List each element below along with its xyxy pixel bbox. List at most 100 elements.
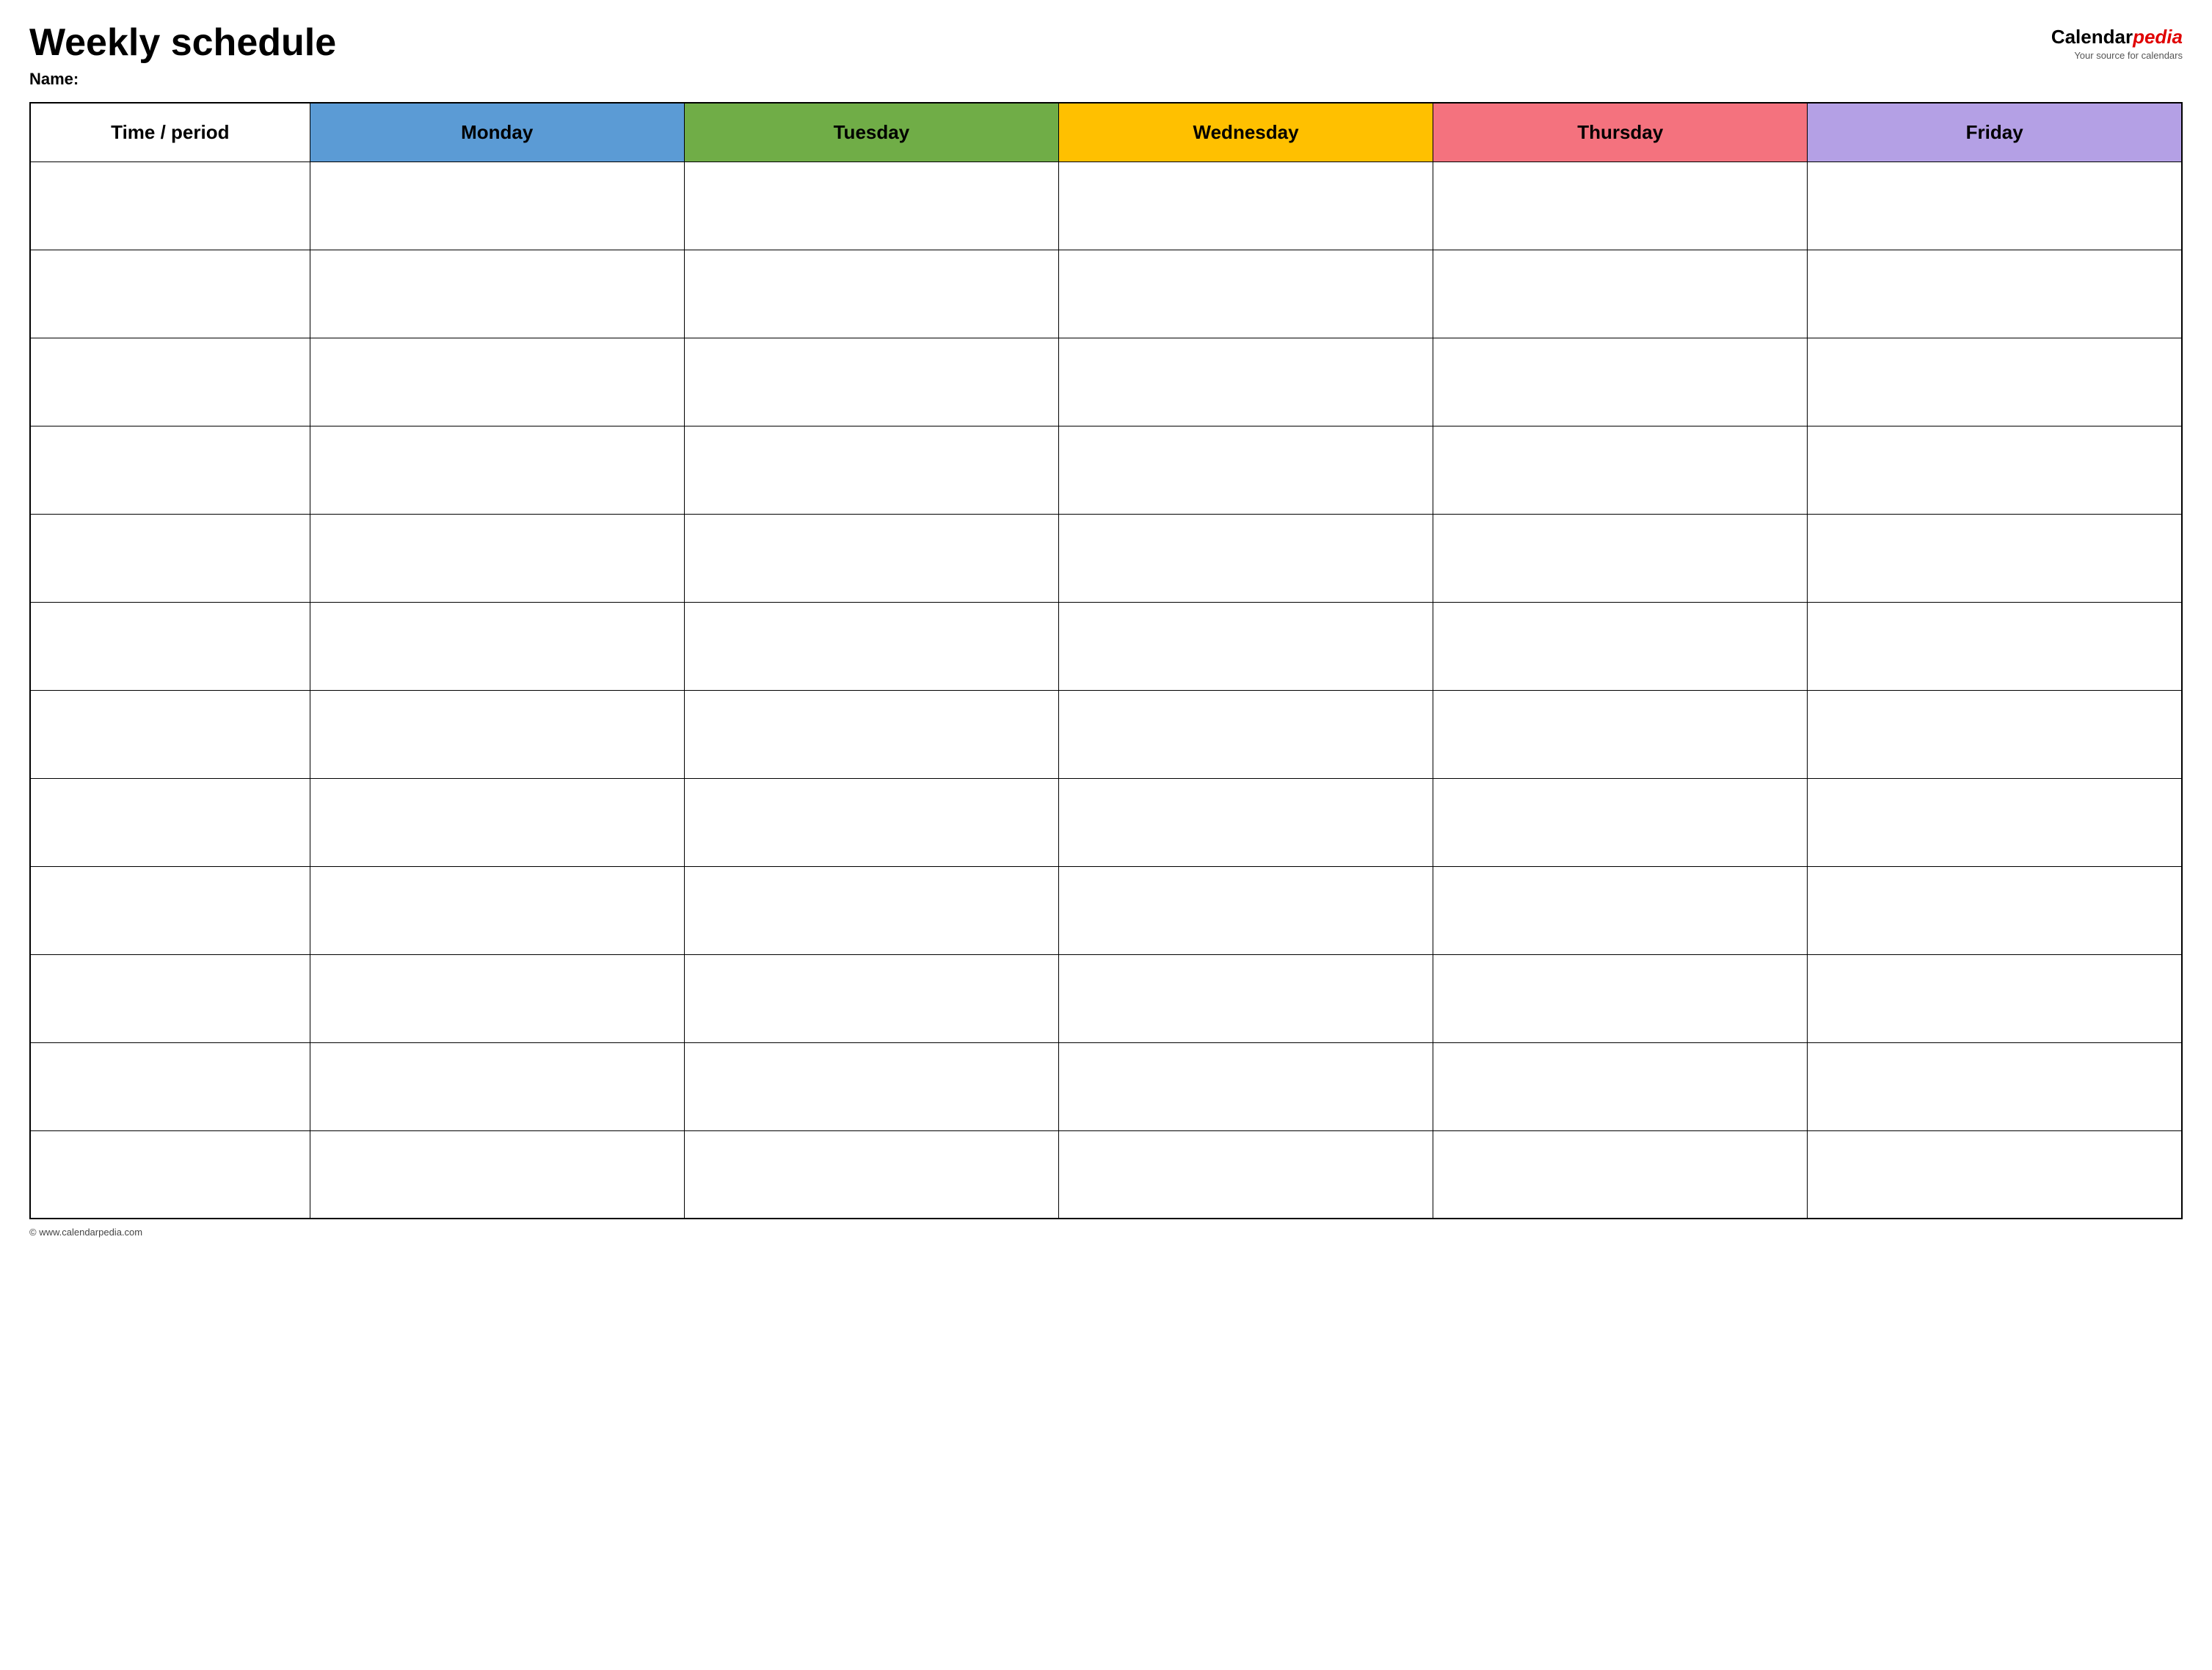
table-row	[30, 338, 2182, 426]
table-row	[30, 250, 2182, 338]
day-cell	[684, 690, 1058, 778]
col-header-time: Time / period	[30, 103, 310, 161]
table-body	[30, 161, 2182, 1219]
day-cell	[1058, 1130, 1433, 1219]
day-cell	[684, 778, 1058, 866]
col-header-monday: Monday	[310, 103, 684, 161]
table-header-row: Time / period Monday Tuesday Wednesday T…	[30, 103, 2182, 161]
day-cell	[684, 426, 1058, 514]
day-cell	[1433, 690, 1808, 778]
copyright-text: © www.calendarpedia.com	[29, 1227, 142, 1238]
day-cell	[1433, 954, 1808, 1042]
table-row	[30, 778, 2182, 866]
col-header-thursday: Thursday	[1433, 103, 1808, 161]
logo-section: Calendarpedia Your source for calendars	[2051, 26, 2183, 61]
table-row	[30, 161, 2182, 250]
day-cell	[1433, 1042, 1808, 1130]
day-cell	[1058, 866, 1433, 954]
day-cell	[684, 954, 1058, 1042]
day-cell	[1808, 161, 2182, 250]
day-cell	[1433, 426, 1808, 514]
time-cell	[30, 1042, 310, 1130]
day-cell	[1433, 514, 1808, 602]
name-label: Name:	[29, 70, 336, 89]
day-cell	[684, 514, 1058, 602]
day-cell	[1808, 338, 2182, 426]
day-cell	[1808, 1130, 2182, 1219]
time-cell	[30, 602, 310, 690]
day-cell	[684, 1130, 1058, 1219]
table-row	[30, 690, 2182, 778]
table-row	[30, 954, 2182, 1042]
day-cell	[310, 690, 684, 778]
table-row	[30, 866, 2182, 954]
time-cell	[30, 426, 310, 514]
day-cell	[684, 161, 1058, 250]
day-cell	[1808, 1042, 2182, 1130]
day-cell	[684, 602, 1058, 690]
day-cell	[1058, 338, 1433, 426]
day-cell	[684, 338, 1058, 426]
col-header-wednesday: Wednesday	[1058, 103, 1433, 161]
day-cell	[1808, 778, 2182, 866]
logo-calendar: Calendar	[2051, 26, 2133, 48]
table-row	[30, 1042, 2182, 1130]
table-row	[30, 1130, 2182, 1219]
day-cell	[310, 426, 684, 514]
time-cell	[30, 690, 310, 778]
day-cell	[1808, 602, 2182, 690]
logo-text: Calendarpedia	[2051, 26, 2183, 48]
day-cell	[684, 866, 1058, 954]
day-cell	[1433, 250, 1808, 338]
day-cell	[310, 514, 684, 602]
time-cell	[30, 338, 310, 426]
day-cell	[310, 1042, 684, 1130]
day-cell	[1433, 1130, 1808, 1219]
day-cell	[1433, 161, 1808, 250]
day-cell	[310, 338, 684, 426]
day-cell	[1808, 690, 2182, 778]
day-cell	[1433, 778, 1808, 866]
table-row	[30, 602, 2182, 690]
col-header-friday: Friday	[1808, 103, 2182, 161]
day-cell	[310, 1130, 684, 1219]
footer: © www.calendarpedia.com	[29, 1227, 2183, 1238]
day-cell	[1058, 161, 1433, 250]
day-cell	[1058, 426, 1433, 514]
day-cell	[310, 602, 684, 690]
day-cell	[1808, 866, 2182, 954]
schedule-table: Time / period Monday Tuesday Wednesday T…	[29, 102, 2183, 1219]
time-cell	[30, 1130, 310, 1219]
day-cell	[1058, 250, 1433, 338]
day-cell	[310, 250, 684, 338]
logo-subtitle: Your source for calendars	[2074, 50, 2183, 61]
time-cell	[30, 161, 310, 250]
page-header: Weekly schedule Name: Calendarpedia Your…	[29, 22, 2183, 89]
day-cell	[1433, 338, 1808, 426]
day-cell	[1058, 690, 1433, 778]
day-cell	[310, 866, 684, 954]
logo-pedia: pedia	[2133, 26, 2183, 48]
page-title: Weekly schedule	[29, 22, 336, 64]
day-cell	[310, 161, 684, 250]
time-cell	[30, 514, 310, 602]
day-cell	[1058, 602, 1433, 690]
table-row	[30, 426, 2182, 514]
day-cell	[310, 954, 684, 1042]
table-row	[30, 514, 2182, 602]
time-cell	[30, 778, 310, 866]
title-section: Weekly schedule Name:	[29, 22, 336, 89]
day-cell	[1058, 954, 1433, 1042]
day-cell	[310, 778, 684, 866]
day-cell	[1058, 1042, 1433, 1130]
day-cell	[1433, 866, 1808, 954]
time-cell	[30, 250, 310, 338]
time-cell	[30, 954, 310, 1042]
day-cell	[1058, 514, 1433, 602]
time-cell	[30, 866, 310, 954]
col-header-tuesday: Tuesday	[684, 103, 1058, 161]
day-cell	[1808, 426, 2182, 514]
day-cell	[1058, 778, 1433, 866]
day-cell	[684, 1042, 1058, 1130]
day-cell	[684, 250, 1058, 338]
